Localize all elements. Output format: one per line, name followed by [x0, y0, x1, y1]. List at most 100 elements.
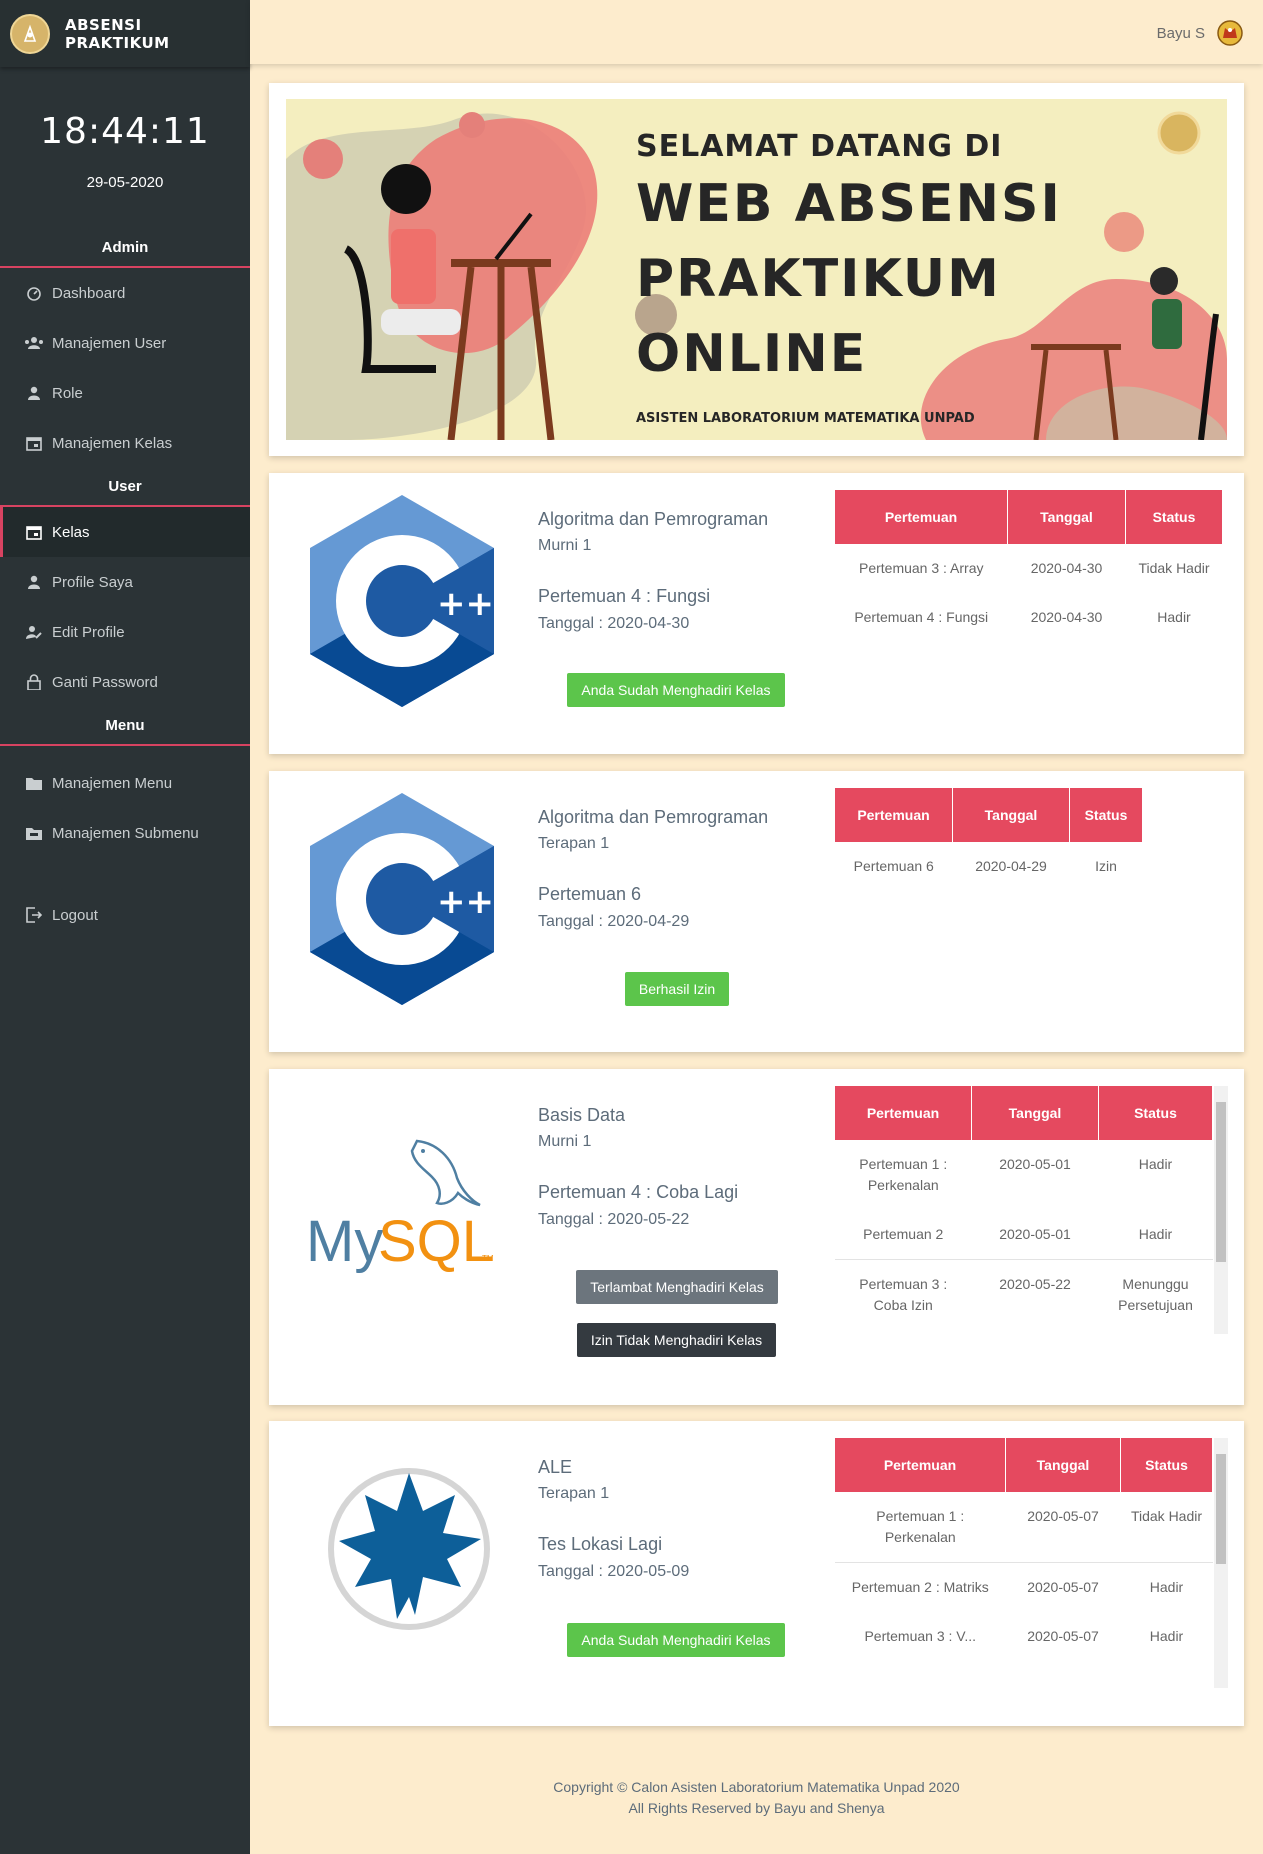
- welcome-banner: SELAMAT DATANG DI WEB ABSENSI PRAKTIKUM …: [286, 99, 1227, 440]
- course-card: ++ Algoritma dan Pemrograman Terapan 1 P…: [269, 771, 1244, 1052]
- cell-pertemuan: Pertemuan 1 : Perkenalan: [835, 1492, 1006, 1563]
- course-card: My SQL TM Basis Data Murni 1 Pertemuan 4…: [269, 1069, 1244, 1405]
- sidebar-item-profile-saya[interactable]: Profile Saya: [0, 557, 250, 607]
- sidebar-item-role[interactable]: Role: [0, 368, 250, 418]
- brand-logo-icon: [10, 13, 50, 54]
- table-row: Pertemuan 4 : Fungsi 2020-04-30 Hadir: [835, 593, 1223, 642]
- cell-pertemuan: Pertemuan 4 : Fungsi: [854, 609, 989, 625]
- cell-status: Hadir: [1149, 1579, 1184, 1595]
- table-scrollbar[interactable]: [1214, 1438, 1228, 1688]
- sidebar: ABSENSI PRAKTIKUM 18:44:11 29-05-2020 Ad…: [0, 0, 250, 1854]
- unpad-crest-icon: [1217, 20, 1243, 46]
- permission-success-button[interactable]: Berhasil Izin: [625, 972, 729, 1006]
- attendance-table: Pertemuan Tanggal Status Pertemuan 6 2020-0…: [835, 788, 1143, 938]
- col-status: Status: [1120, 1438, 1213, 1492]
- sidebar-item-label: Manajemen Kelas: [52, 434, 173, 452]
- section-user: User: [0, 468, 250, 507]
- col-pertemuan: Pertemuan: [835, 490, 1008, 544]
- course-class: Terapan 1: [538, 835, 610, 852]
- sidebar-item-manajemen-user[interactable]: Manajemen User: [0, 318, 250, 368]
- course-class: Murni 1: [538, 537, 592, 554]
- user-menu[interactable]: Bayu S: [1157, 20, 1243, 46]
- clock-time: 18:44:11: [40, 111, 210, 152]
- logout-icon: [24, 905, 44, 925]
- col-status: Status: [1098, 1086, 1213, 1140]
- cell-pertemuan: Pertemuan 2: [835, 1210, 972, 1260]
- table-row: Pertemuan 1 : Perkenalan 2020-05-01 Hadir: [835, 1140, 1213, 1210]
- col-tanggal: Tanggal: [1007, 490, 1126, 544]
- footer-rights: All Rights Reserved by Bayu and Shenya: [628, 1800, 885, 1816]
- cell-tanggal: 2020-05-01: [999, 1156, 1071, 1172]
- sidebar-item-label: Role: [52, 384, 83, 402]
- sidebar-item-label: Edit Profile: [52, 623, 125, 641]
- maple-leaf-logo-icon: [328, 1468, 490, 1630]
- cell-status: Tidak Hadir: [1120, 1492, 1213, 1563]
- attended-button[interactable]: Anda Sudah Menghadiri Kelas: [567, 1623, 785, 1657]
- cpp-plus-label: ++: [437, 584, 494, 624]
- brand-line1: ABSENSI: [65, 15, 142, 34]
- table-row: Pertemuan 3 : V... 2020-05-07 Hadir: [835, 1612, 1213, 1661]
- sidebar-item-kelas[interactable]: Kelas: [0, 507, 250, 557]
- course-title: Algoritma dan Pemrograman: [538, 509, 769, 529]
- scrollbar-thumb[interactable]: [1216, 1102, 1226, 1262]
- course-title: ALE: [538, 1457, 573, 1477]
- folder-open-icon: [24, 823, 44, 843]
- late-attendance-button[interactable]: Terlambat Menghadiri Kelas: [576, 1270, 778, 1304]
- users-icon: [24, 333, 44, 353]
- course-class: Terapan 1: [538, 1485, 610, 1502]
- topbar: Bayu S: [250, 0, 1263, 64]
- footer: Copyright © Calon Asisten Laboratorium M…: [250, 1777, 1263, 1819]
- sidebar-item-manajemen-submenu[interactable]: Manajemen Submenu: [0, 808, 250, 858]
- cell-pertemuan: Pertemuan 3 : Coba Izin: [859, 1276, 948, 1313]
- calendar-icon: [24, 433, 44, 453]
- sidebar-item-label: Ganti Password: [52, 673, 158, 691]
- course-title: Algoritma dan Pemrograman: [538, 807, 769, 827]
- sidebar-item-label: Manajemen Menu: [52, 774, 173, 792]
- mysql-sql-label: SQL: [378, 1209, 494, 1274]
- sidebar-item-label: Profile Saya: [52, 573, 133, 591]
- cpp-logo-icon: ++: [310, 793, 494, 1005]
- meeting-name: Pertemuan 4 : Fungsi: [538, 586, 711, 606]
- table-row: Pertemuan 6 2020-04-29 Izin: [835, 842, 1143, 891]
- table-scrollbar[interactable]: [1214, 1086, 1228, 1334]
- cell-tanggal: 2020-04-29: [975, 858, 1047, 874]
- request-permission-button[interactable]: Izin Tidak Menghadiri Kelas: [577, 1323, 776, 1357]
- meeting-date: Tanggal : 2020-05-22: [538, 1211, 690, 1228]
- cell-status: Tidak Hadir: [1138, 560, 1210, 576]
- sidebar-item-manajemen-menu[interactable]: Manajemen Menu: [0, 758, 250, 808]
- course-class: Murni 1: [538, 1133, 592, 1150]
- sidebar-item-logout[interactable]: Logout: [0, 890, 250, 940]
- attendance-table[interactable]: Pertemuan Tanggal Status Pertemuan 1 : Per…: [835, 1438, 1213, 1706]
- sidebar-item-ganti-password[interactable]: Ganti Password: [0, 657, 250, 707]
- sidebar-item-edit-profile[interactable]: Edit Profile: [0, 607, 250, 657]
- brand[interactable]: ABSENSI PRAKTIKUM: [0, 0, 250, 67]
- attended-button[interactable]: Anda Sudah Menghadiri Kelas: [567, 673, 785, 707]
- meeting-name: Pertemuan 4 : Coba Lagi: [538, 1182, 739, 1202]
- sidebar-item-label: Manajemen Submenu: [52, 824, 199, 842]
- scrollbar-thumb[interactable]: [1216, 1454, 1226, 1564]
- cpp-logo-icon: ++: [310, 495, 494, 707]
- cell-pertemuan: Pertemuan 3 : V...: [864, 1628, 977, 1644]
- calendar-icon: [24, 522, 44, 542]
- table-row: Pertemuan 2 2020-05-01 Hadir: [835, 1210, 1213, 1260]
- cell-pertemuan: Pertemuan 2 : Matriks: [851, 1579, 989, 1595]
- cell-tanggal: 2020-04-30: [1030, 609, 1103, 625]
- sidebar-item-dashboard[interactable]: Dashboard: [0, 268, 250, 318]
- cell-tanggal: 2020-05-01: [971, 1210, 1099, 1260]
- brand-line2: PRAKTIKUM: [65, 33, 170, 52]
- course-card: ALE Terapan 1 Tes Lokasi Lagi Tanggal : …: [269, 1421, 1244, 1726]
- cell-pertemuan: Pertemuan 1 : Perkenalan: [859, 1156, 948, 1193]
- attendance-table[interactable]: Pertemuan Tanggal Status Pertemuan 1 : Per…: [835, 1086, 1213, 1334]
- banner-line2: WEB ABSENSI: [636, 174, 1062, 234]
- col-status: Status: [1069, 788, 1143, 842]
- mysql-logo-icon: My SQL TM: [306, 1139, 494, 1274]
- attendance-table: Pertemuan Tanggal Status Pertemuan 3 : Arr…: [835, 490, 1223, 730]
- sidebar-item-label: Kelas: [52, 523, 90, 541]
- cell-status: Menunggu Persetujuan: [1118, 1276, 1193, 1313]
- cell-pertemuan: Pertemuan 3 : Array: [858, 560, 984, 576]
- cell-status: Hadir: [1149, 1628, 1184, 1644]
- user-edit-icon: [24, 622, 44, 642]
- banner-line4: ONLINE: [636, 324, 868, 384]
- sidebar-item-manajemen-kelas[interactable]: Manajemen Kelas: [0, 418, 250, 468]
- cell-pertemuan: Pertemuan 6: [853, 858, 934, 874]
